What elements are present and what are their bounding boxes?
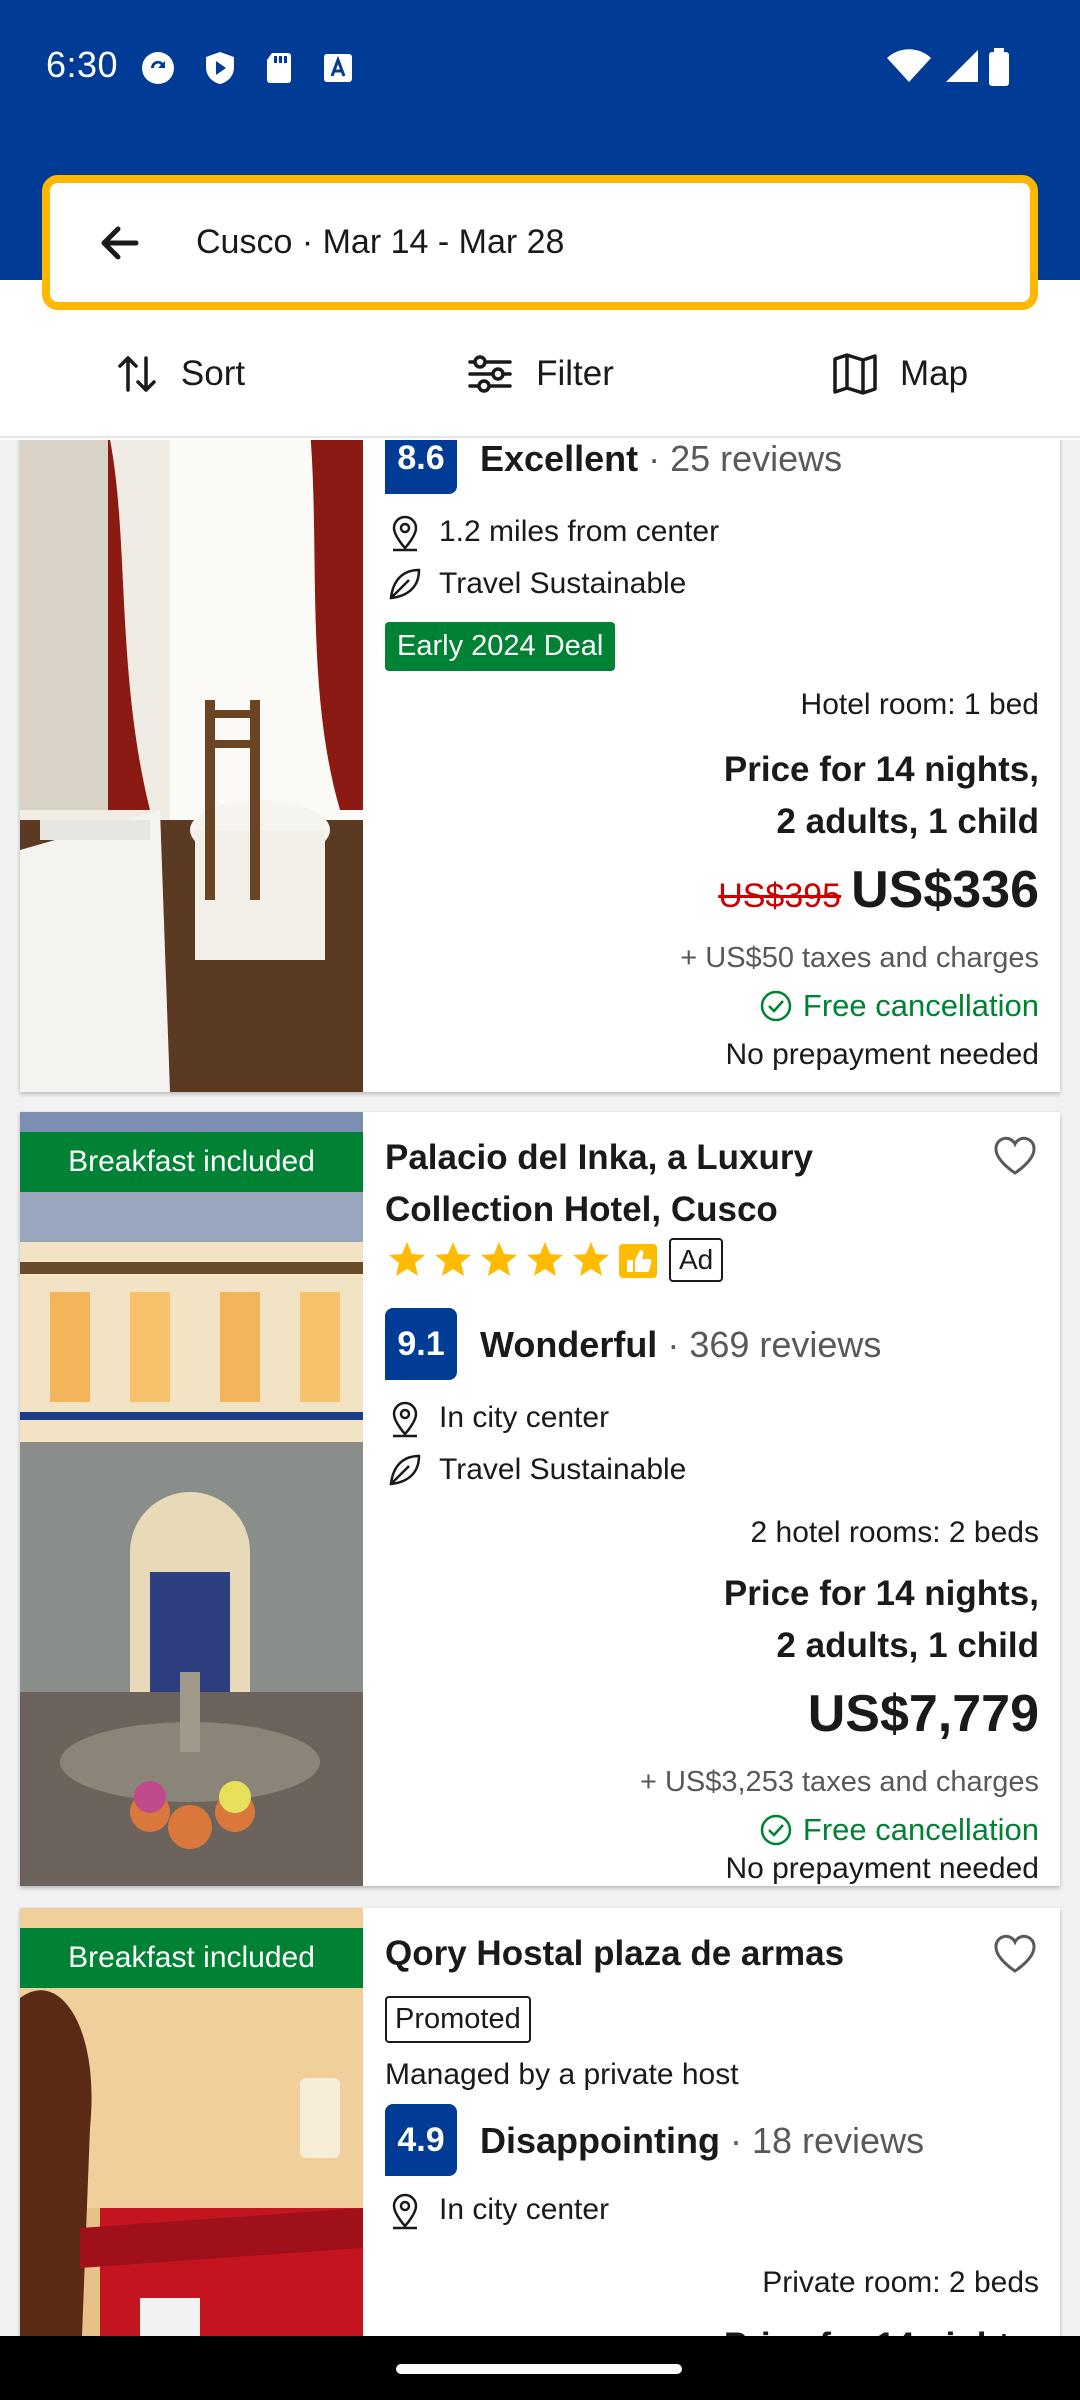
navigation-bar <box>0 2336 1080 2400</box>
current-price: US$7,779 <box>807 1685 1039 1743</box>
original-price: US$395 <box>718 877 842 915</box>
current-price: US$336 <box>851 861 1039 919</box>
ad-label: Ad <box>669 1238 724 1282</box>
free-cancellation-row: Free cancellation <box>759 1812 1039 1848</box>
leaf-icon <box>389 568 421 600</box>
results-toolbar: Sort Filter Map <box>0 310 1080 438</box>
cellular-signal-icon <box>946 50 978 82</box>
back-arrow-icon[interactable] <box>90 213 150 273</box>
location-pin-icon <box>392 515 418 552</box>
hotel-details-3: Qory Hostal plaza de armas Promoted Mana… <box>385 1908 1039 2336</box>
filter-label: Filter <box>536 354 614 393</box>
location-pin-icon <box>392 2193 418 2230</box>
save-heart-icon[interactable] <box>991 1930 1039 1978</box>
location-pin-icon <box>392 1401 418 1438</box>
sustainable-row: Travel Sustainable <box>385 564 686 604</box>
free-cancellation-text: Free cancellation <box>802 1812 1039 1847</box>
hotel-photo-1[interactable] <box>20 440 363 1092</box>
sort-arrows-icon <box>118 356 156 392</box>
room-type: Private room: 2 beds <box>762 2266 1039 2299</box>
review-score-label: Disappointing · 18 reviews <box>480 2120 924 2162</box>
price-for-nights: Price for 14 nights, <box>723 750 1039 789</box>
breakfast-badge: Breakfast included <box>20 1132 363 1192</box>
check-circle-icon <box>760 1814 792 1846</box>
room-type: 2 hotel rooms: 2 beds <box>750 1516 1039 1549</box>
results-list[interactable]: 8.6 Excellent · 25 reviews 1.2 miles fro… <box>0 440 1080 2336</box>
courtyard-photo <box>20 1112 363 1886</box>
check-circle-icon <box>760 990 792 1022</box>
map-button[interactable]: Map <box>720 310 1080 438</box>
price-for-nights: Price for 14 nights, <box>723 1574 1039 1613</box>
status-time: 6:30 <box>46 44 119 85</box>
review-score-badge: 4.9 <box>385 2104 457 2176</box>
hotel-card-2[interactable]: Breakfast included Palacio del Inka, a L… <box>20 1112 1060 1886</box>
sync-notification-icon <box>142 52 174 84</box>
price-for-guests: 2 adults, 1 child <box>776 1626 1039 1665</box>
star-rating: Ad <box>385 1238 724 1282</box>
distance-row: In city center <box>385 2190 609 2230</box>
free-cancellation-text: Free cancellation <box>802 988 1039 1023</box>
bedroom-photo <box>20 440 363 1092</box>
distance-text: In city center <box>439 1401 610 1434</box>
leaf-icon <box>389 1454 421 1486</box>
hotel-card-3[interactable]: Breakfast included Qory Hostal plaza de … <box>20 1908 1060 2336</box>
review-score-label: Wonderful · 369 reviews <box>480 1324 881 1366</box>
battery-icon <box>989 48 1009 86</box>
status-bar: 6:30 <box>0 0 1080 130</box>
home-gesture-handle[interactable] <box>396 2364 682 2374</box>
search-summary-field[interactable]: Cusco · Mar 14 - Mar 28 <box>42 175 1038 310</box>
no-prepayment-text: No prepayment needed <box>725 1038 1039 1071</box>
review-count: · 369 reviews <box>667 1324 882 1365</box>
free-cancellation-row: Free cancellation <box>759 988 1039 1024</box>
map-icon <box>833 353 877 395</box>
screen: 6:30 Cusco · Mar 14 - Mar 28 Sort Filter… <box>0 0 1080 2400</box>
price-row: US$395 US$336 <box>718 860 1039 920</box>
review-count: · 18 reviews <box>730 2120 925 2161</box>
review-count: · 25 reviews <box>648 440 843 479</box>
font-notification-icon <box>324 54 352 82</box>
score-word: Wonderful <box>480 1324 658 1365</box>
shield-play-notification-icon <box>206 52 234 84</box>
review-score-badge: 9.1 <box>385 1308 457 1380</box>
hotel-photo-3[interactable]: Breakfast included <box>20 1908 363 2336</box>
score-word: Excellent <box>480 440 639 479</box>
sustainable-text: Travel Sustainable <box>439 567 687 600</box>
hotel-photo-2[interactable]: Breakfast included <box>20 1112 363 1886</box>
hotel-details-1: 8.6 Excellent · 25 reviews 1.2 miles fro… <box>385 440 1039 1092</box>
sustainable-text: Travel Sustainable <box>439 1453 687 1486</box>
search-summary-text: Cusco · Mar 14 - Mar 28 <box>196 223 565 261</box>
promoted-label: Promoted <box>385 1996 531 2043</box>
distance-text: 1.2 miles from center <box>439 515 720 548</box>
review-score-label: Excellent · 25 reviews <box>480 440 842 480</box>
score-word: Disappointing <box>480 2120 720 2161</box>
deal-badge: Early 2024 Deal <box>385 622 616 671</box>
sd-card-notification-icon <box>267 53 291 83</box>
sustainable-row: Travel Sustainable <box>385 1450 686 1490</box>
five-stars-icon <box>389 1242 657 1278</box>
hotel-card-1[interactable]: 8.6 Excellent · 25 reviews 1.2 miles fro… <box>20 440 1060 1092</box>
taxes-text: + US$3,253 taxes and charges <box>639 1766 1039 1798</box>
hotel-name[interactable]: Palacio del Inka, a Luxury Collection Ho… <box>385 1132 945 1236</box>
wifi-icon <box>887 49 931 82</box>
save-heart-icon[interactable] <box>991 1132 1039 1180</box>
taxes-text: + US$50 taxes and charges <box>680 942 1039 974</box>
room-type: Hotel room: 1 bed <box>800 688 1039 721</box>
filter-sliders-icon <box>468 355 512 393</box>
distance-row: In city center <box>385 1398 609 1438</box>
price-for-guests: 2 adults, 1 child <box>776 802 1039 841</box>
price-for-nights: Price for 14 nights, <box>724 2320 1039 2336</box>
hotel-details-2: Palacio del Inka, a Luxury Collection Ho… <box>385 1112 1039 1886</box>
sort-button[interactable]: Sort <box>0 310 360 438</box>
sort-label: Sort <box>180 354 246 393</box>
review-score-badge: 8.6 <box>385 440 457 494</box>
filter-button[interactable]: Filter <box>360 310 720 438</box>
distance-row: 1.2 miles from center <box>385 512 719 552</box>
no-prepayment-text: No prepayment needed <box>725 1852 1039 1885</box>
breakfast-badge: Breakfast included <box>20 1928 363 1988</box>
map-label: Map <box>899 354 969 393</box>
host-text: Managed by a private host <box>385 2058 739 2091</box>
hotel-name[interactable]: Qory Hostal plaza de armas <box>385 1928 945 1980</box>
distance-text: In city center <box>439 2193 610 2226</box>
